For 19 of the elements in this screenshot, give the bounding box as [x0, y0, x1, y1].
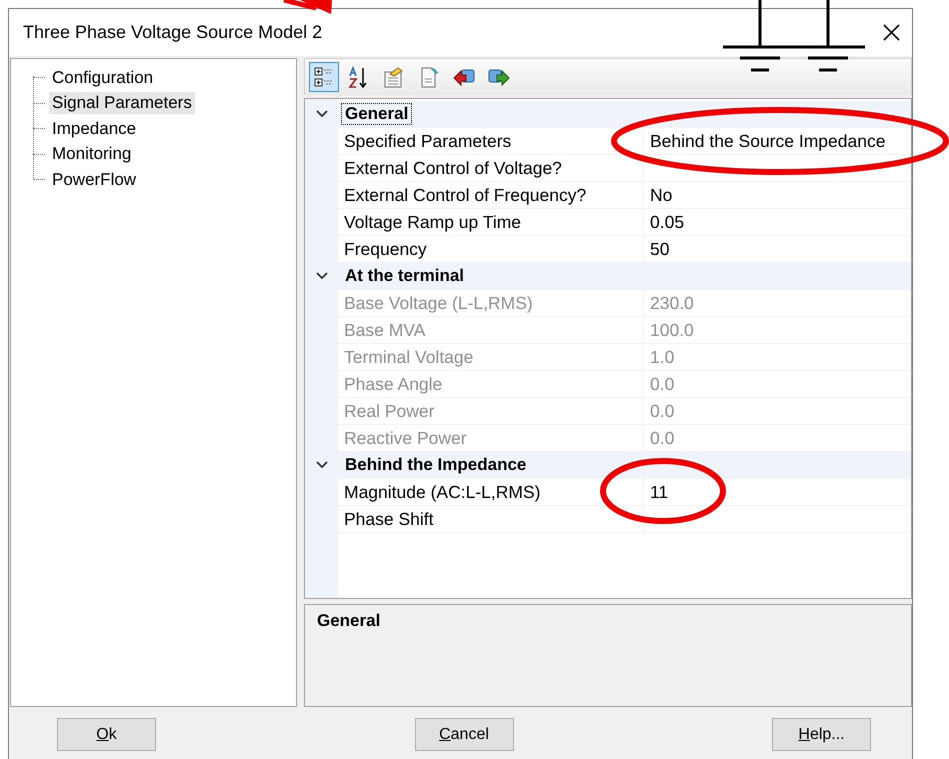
- tree-item[interactable]: PowerFlow: [49, 168, 140, 191]
- toolbar-button[interactable]: [309, 62, 339, 92]
- chevron-icon[interactable]: [316, 459, 328, 471]
- tree-item[interactable]: Monitoring: [49, 143, 134, 166]
- chevron-icon[interactable]: [316, 270, 328, 282]
- category-header[interactable]: At the terminal: [342, 266, 468, 286]
- description-title: General: [317, 611, 380, 630]
- close-icon[interactable]: [883, 24, 900, 41]
- tree-item[interactable]: Configuration: [49, 66, 156, 89]
- window-title: Three Phase Voltage Source Model 2: [23, 22, 322, 43]
- dialog-button[interactable]: Cancel: [414, 718, 514, 751]
- chevron-icon[interactable]: [316, 108, 328, 120]
- category-header[interactable]: General: [342, 104, 412, 124]
- dialog-button[interactable]: Help...: [772, 718, 871, 751]
- ground-icon: [791, 0, 865, 72]
- annotation-arrow: [283, 0, 332, 14]
- tree-item[interactable]: Signal Parameters: [49, 92, 195, 114]
- tree-item[interactable]: Impedance: [49, 118, 140, 140]
- dialog-button[interactable]: Ok: [57, 718, 156, 751]
